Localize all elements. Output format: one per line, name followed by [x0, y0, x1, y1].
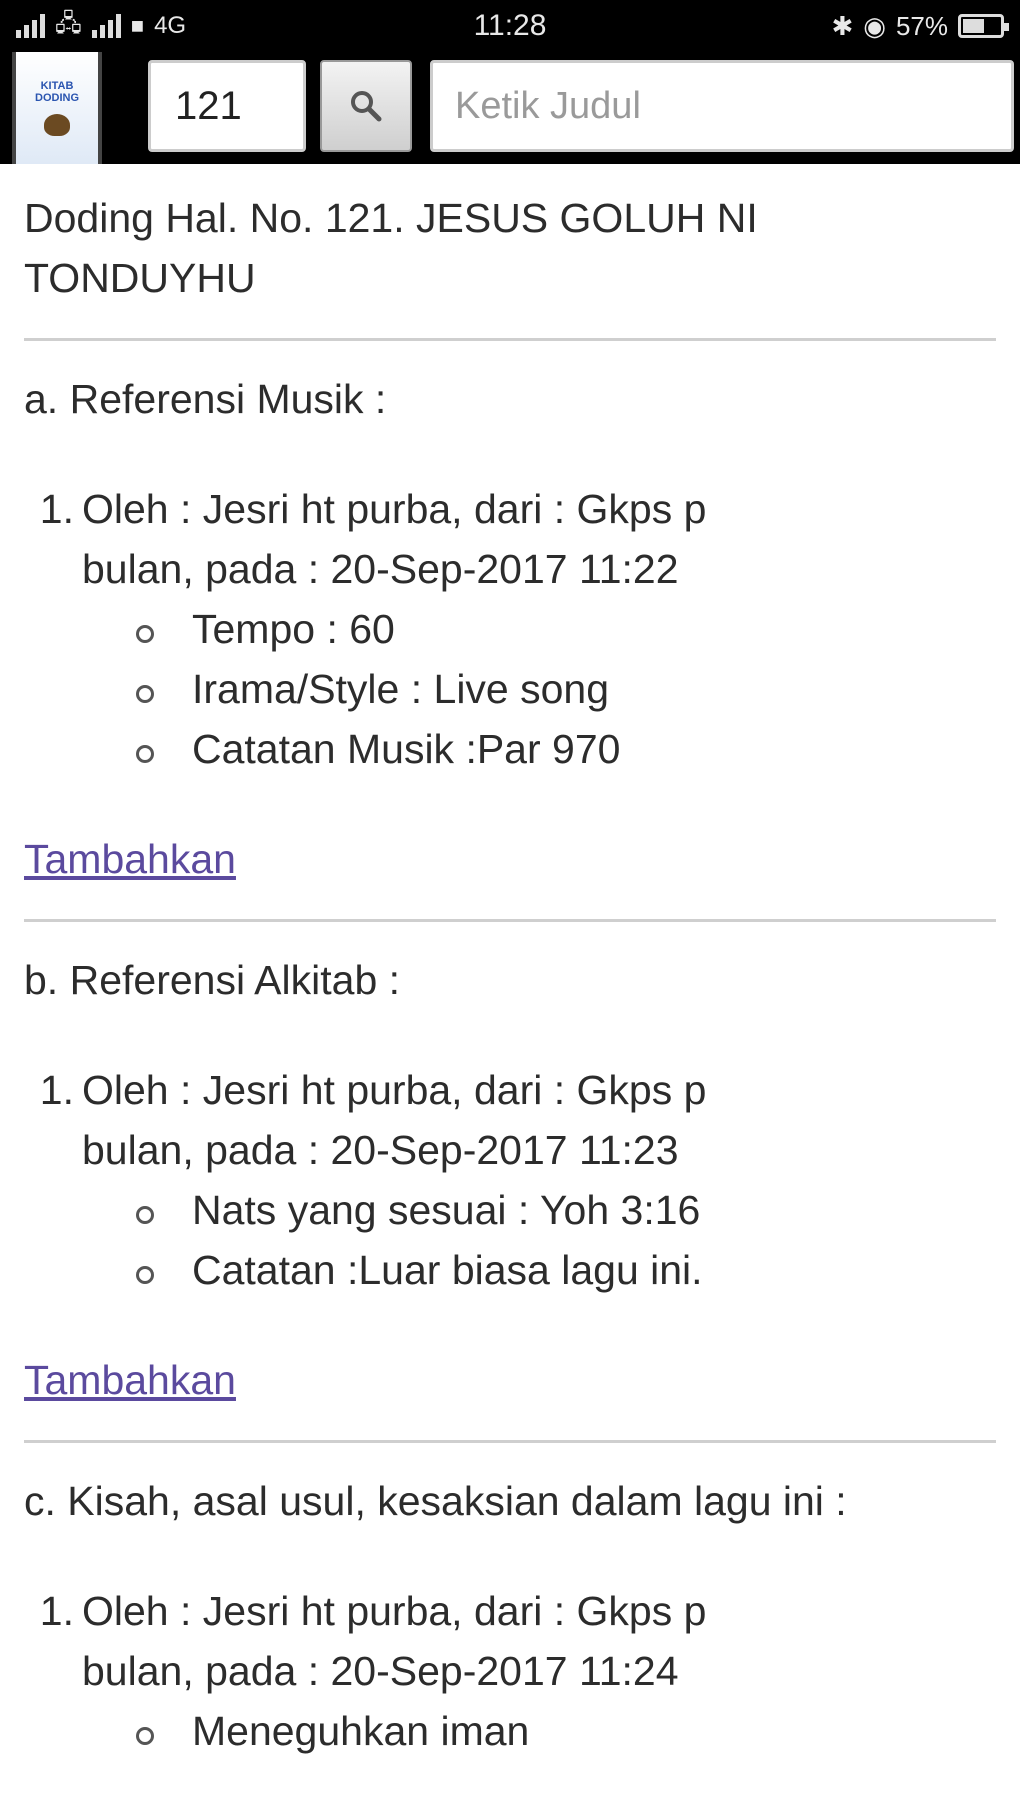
section-title: b. Referensi Alkitab : — [24, 957, 401, 1003]
list-item: Irama/Style : Live song — [136, 659, 996, 719]
entry-details-list: Tempo : 60 Irama/Style : Live song Catat… — [136, 599, 996, 779]
section-title: c. Kisah, asal usul, kesaksian dalam lag… — [24, 1478, 847, 1524]
entry-author-line: Oleh : Jesri ht purba, dari : Gkps p — [82, 486, 707, 532]
app-logo[interactable]: KITAB DODING — [12, 52, 102, 164]
song-number-input[interactable]: 121 — [148, 60, 306, 152]
status-bar: 🖧 ■ 4G 11:28 ✱ ◉ 57% — [0, 0, 1020, 52]
list-item: Nats yang sesuai : Yoh 3:16 — [136, 1180, 996, 1240]
add-music-reference-link[interactable]: Tambahkan — [24, 829, 236, 889]
entry-number: 1. — [39, 1067, 74, 1113]
song-title: Doding Hal. No. 121. JESUS GOLUH NI TOND… — [24, 195, 758, 301]
song-number-value: 121 — [175, 83, 242, 128]
status-left: 🖧 ■ 4G — [16, 6, 186, 47]
entry-date-line: bulan, pada : 20-Sep-2017 11:23 — [82, 1127, 679, 1173]
network-type-label: 4G — [154, 12, 187, 39]
entry-author-line: Oleh : Jesri ht purba, dari : Gkps p — [82, 1067, 707, 1113]
reference-entry: 1. Oleh : Jesri ht purba, dari : Gkps p … — [24, 1581, 996, 1701]
entry-number: 1. — [39, 1588, 74, 1634]
list-item: Tempo : 60 — [136, 599, 996, 659]
reference-entry: 1. Oleh : Jesri ht purba, dari : Gkps p … — [24, 479, 996, 599]
title-search-input[interactable]: Ketik Judul — [430, 60, 1014, 152]
section-music-reference: a. Referensi Musik : 1. Oleh : Jesri ht … — [24, 369, 996, 889]
divider — [24, 1440, 996, 1443]
status-right: ✱ ◉ 57% — [831, 10, 1009, 42]
bluetooth-icon: ✱ — [831, 10, 854, 41]
entry-number: 1. — [39, 486, 74, 532]
search-button[interactable] — [320, 60, 412, 152]
logo-text-line1: KITAB — [40, 80, 74, 92]
divider — [24, 338, 996, 341]
reference-entry: 1. Oleh : Jesri ht purba, dari : Gkps p … — [24, 1060, 996, 1180]
signal-strength-2-icon — [91, 14, 121, 38]
divider — [24, 919, 996, 922]
section-title: a. Referensi Musik : — [24, 376, 387, 422]
entry-details-list: Meneguhkan iman — [136, 1701, 996, 1761]
notification-icon: ■ — [130, 13, 145, 38]
list-item: Meneguhkan iman — [136, 1701, 996, 1761]
usb-icon: 🖧 — [55, 9, 82, 37]
eye-icon: ◉ — [863, 10, 886, 41]
entry-date-line: bulan, pada : 20-Sep-2017 11:24 — [82, 1648, 679, 1694]
section-story: c. Kisah, asal usul, kesaksian dalam lag… — [24, 1471, 996, 1761]
logo-text-line2: DODING — [35, 92, 79, 104]
signal-strength-icon — [16, 14, 45, 38]
list-item: Catatan :Luar biasa lagu ini. — [136, 1240, 996, 1300]
battery-percent: 57% — [895, 10, 948, 41]
song-detail-content: Doding Hal. No. 121. JESUS GOLUH NI TOND… — [24, 164, 996, 1761]
entry-date-line: bulan, pada : 20-Sep-2017 11:22 — [82, 546, 679, 592]
toolbar: KITAB DODING 121 Ketik Judul — [0, 52, 1020, 164]
emblem-icon — [44, 114, 70, 136]
title-search-placeholder: Ketik Judul — [455, 84, 641, 127]
entry-details-list: Nats yang sesuai : Yoh 3:16 Catatan :Lua… — [136, 1180, 996, 1300]
entry-author-line: Oleh : Jesri ht purba, dari : Gkps p — [82, 1588, 707, 1634]
list-item: Catatan Musik :Par 970 — [136, 719, 996, 779]
search-icon — [351, 91, 382, 122]
add-bible-reference-link[interactable]: Tambahkan — [24, 1350, 236, 1410]
battery-icon — [958, 14, 1009, 38]
section-bible-reference: b. Referensi Alkitab : 1. Oleh : Jesri h… — [24, 950, 996, 1410]
